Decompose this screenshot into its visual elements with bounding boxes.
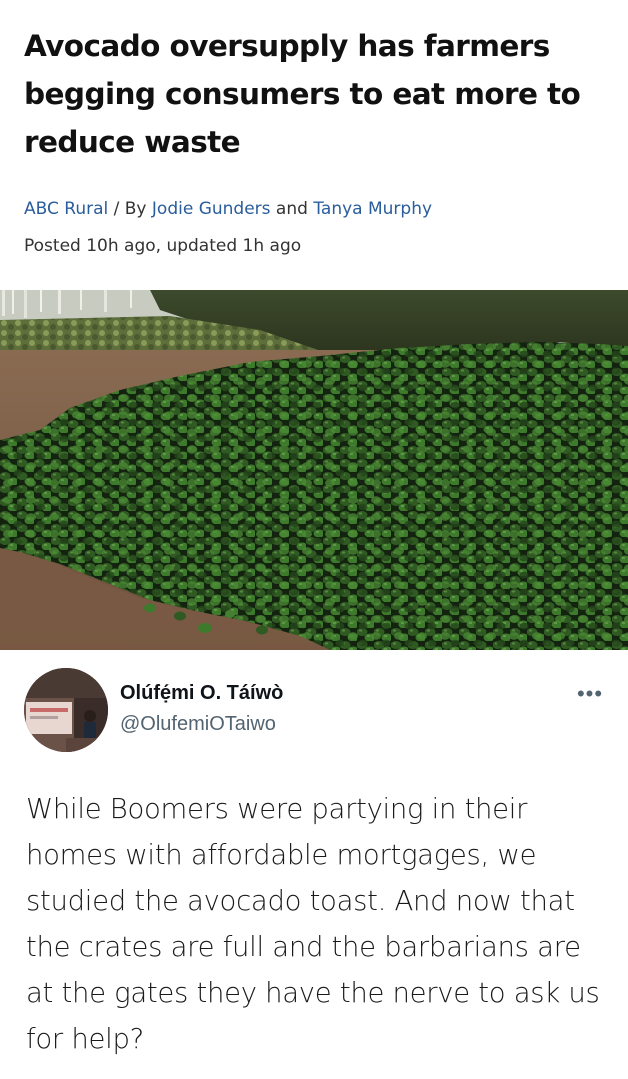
avatar-image <box>24 668 108 752</box>
byline-conjunction: and <box>270 199 314 219</box>
article-photo <box>0 290 628 650</box>
more-horizontal-icon[interactable]: ••• <box>570 682 610 706</box>
article-headline[interactable]: Avocado oversupply has farmers begging c… <box>24 22 614 166</box>
tweet-author-name[interactable]: Olúfẹ́mi O. Táíwò <box>120 682 283 705</box>
tweet-author-handle[interactable]: @OlufemiOTaiwo <box>120 713 276 736</box>
tweet-card: Olúfẹ́mi O. Táíwò @OlufemiOTaiwo ••• Whi… <box>0 652 628 1079</box>
source-link[interactable]: ABC Rural <box>24 199 108 219</box>
author-link-tanya-murphy[interactable]: Tanya Murphy <box>313 199 432 219</box>
post-timestamp: Posted 10h ago, updated 1h ago <box>24 236 302 256</box>
tweet-text: While Boomers were partying in their hom… <box>26 793 600 1055</box>
article-card: Avocado oversupply has farmers begging c… <box>0 0 628 652</box>
avatar[interactable] <box>24 668 108 752</box>
article-byline: ABC Rural / By Jodie Gunders and Tanya M… <box>24 199 432 219</box>
byline-separator: / By <box>108 199 152 219</box>
author-link-jodie-gunders[interactable]: Jodie Gunders <box>152 199 271 219</box>
